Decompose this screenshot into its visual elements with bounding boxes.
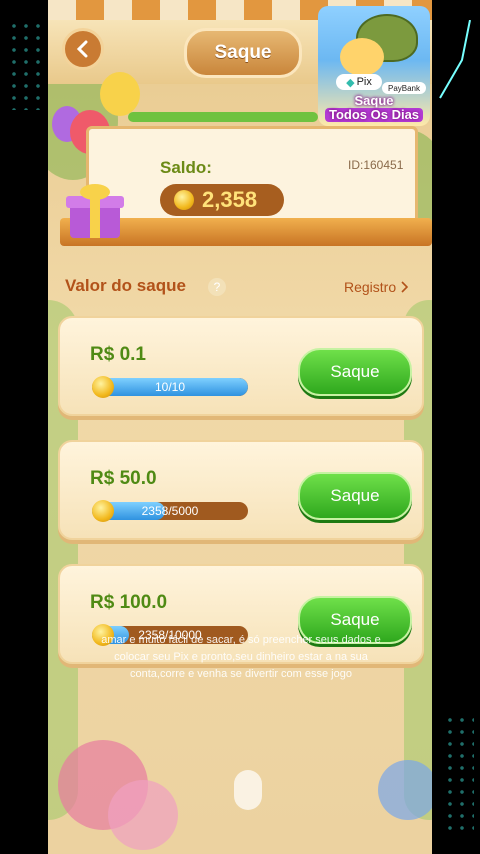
option-amount: R$ 0.1: [90, 344, 146, 365]
pix-logo-icon: ◆: [346, 76, 355, 89]
balance-amount: 2,358: [202, 187, 258, 212]
coral-right: [378, 760, 432, 820]
game-screen: Saque ◆ Pix PayBank Saque Todos Os Dias …: [48, 0, 432, 854]
decorative-dots-right: [444, 714, 474, 834]
pix-label: Pix: [356, 76, 372, 88]
video-caption: amar e muito fácil de sacar, é só preenc…: [101, 634, 381, 680]
page-title: Saque: [184, 28, 302, 78]
yellow-balloon-icon: [100, 72, 140, 116]
withdraw-option-card: R$ 50.0 2358/5000 Saque: [58, 440, 424, 540]
coral-left-2: [108, 780, 178, 850]
coin-icon: [92, 500, 114, 522]
progress-text: 10/10: [154, 380, 186, 394]
coin-icon: [92, 376, 114, 398]
option-amount: R$ 50.0: [90, 468, 157, 489]
coin-icon: [174, 190, 194, 210]
progress-text: 2358/5000: [141, 504, 199, 518]
saldo-label: Saldo:: [160, 158, 212, 177]
balance-pill: 2,358: [160, 184, 284, 216]
help-icon[interactable]: ?: [208, 278, 226, 296]
promo-text: Saque Todos Os Dias: [318, 94, 430, 122]
chevron-left-icon: [76, 40, 88, 58]
saque-button[interactable]: Saque: [298, 472, 412, 520]
user-id: ID:160451: [348, 158, 404, 172]
glove-icon: [234, 770, 262, 810]
section-title: Valor do saque: [65, 276, 186, 295]
option-amount: R$ 100.0: [90, 592, 168, 613]
promo-banner[interactable]: ◆ Pix PayBank Saque Todos Os Dias: [318, 6, 430, 126]
registro-label: Registro: [344, 279, 397, 295]
promo-line-2: Todos Os Dias: [324, 108, 424, 122]
progress-bar: 10/10: [92, 378, 248, 396]
progress-bar: 2358/5000: [92, 502, 248, 520]
saque-button[interactable]: Saque: [298, 348, 412, 396]
gift-box-icon: [66, 184, 124, 238]
chevron-right-icon: [401, 281, 409, 293]
withdraw-option-card: R$ 0.1 10/10 Saque: [58, 316, 424, 416]
back-button[interactable]: [62, 28, 104, 70]
turtle-mascot-illustration: [340, 38, 384, 76]
green-ribbon: [128, 112, 318, 122]
pix-badge: ◆ Pix: [336, 74, 382, 90]
promo-line-1: Saque: [354, 93, 394, 108]
registro-link[interactable]: Registro: [344, 279, 409, 295]
neon-line-decoration: [439, 20, 471, 99]
decorative-dots-left: [8, 20, 40, 110]
